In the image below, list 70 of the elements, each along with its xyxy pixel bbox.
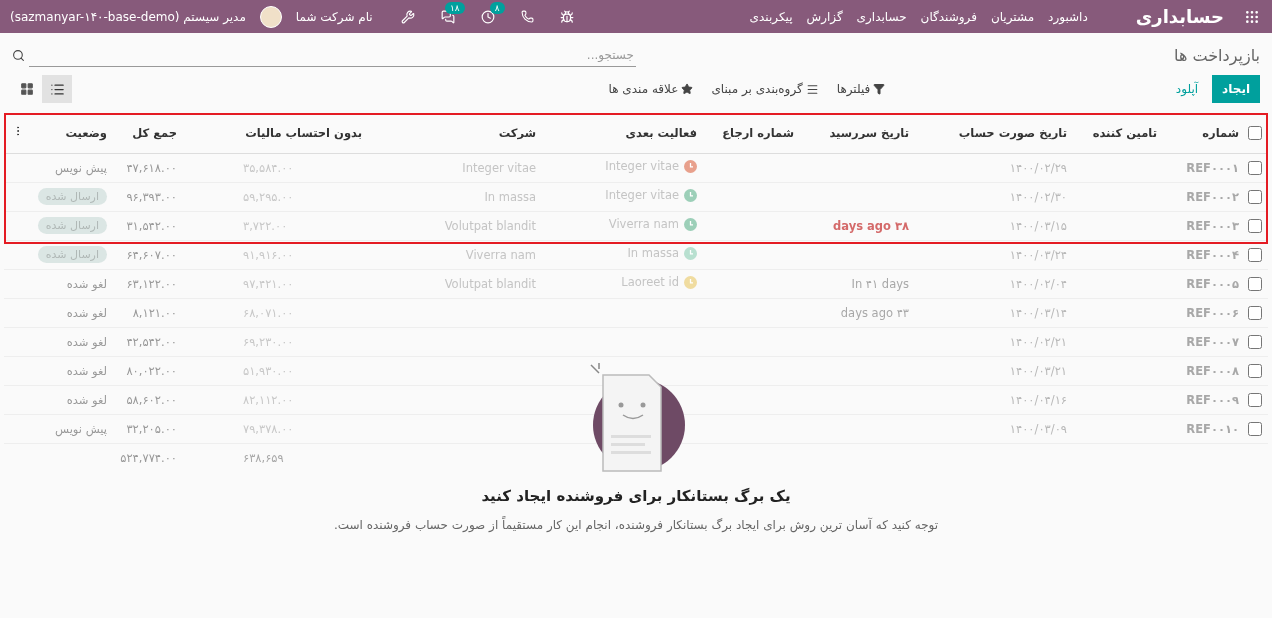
table-cell: ۸,۱۲۱.۰۰ <box>132 305 177 320</box>
table-cell: REF۰۰۰۶ <box>1186 305 1239 320</box>
count-badge: ۸ <box>489 1 505 14</box>
table-cell: لغو شده <box>66 276 107 291</box>
table-cell: ۱۴۰۰/۰۳/۲۴ <box>1009 247 1067 262</box>
table-cell: پیش نویس <box>55 160 107 175</box>
table-cell: ۵۸,۶۰۲.۰۰ <box>126 392 177 407</box>
app-title: حسابداری <box>1135 6 1224 27</box>
table-total: ۶۳۸,۶۵۹ <box>243 450 284 465</box>
column-header[interactable]: بدون احتساب مالیات <box>183 113 368 153</box>
table-total: ۵۲۴,۷۷۴.۰۰ <box>120 450 177 465</box>
empty-state-text: توجه کنید که آسان ترین روش برای ایجاد برگ بستانکار فروشنده، انجام این کار مستقیماً از صورت حساب فروشنده است. <box>332 515 940 535</box>
column-header[interactable]: جمع کل <box>113 113 183 153</box>
table-cell: REF۰۰۰۴ <box>1186 247 1239 262</box>
table-cell: REF۰۰۰۹ <box>1186 392 1239 407</box>
table-cell: days ago ۳۸ <box>833 218 909 233</box>
table-cell: REF۰۰۰۳ <box>1186 218 1239 233</box>
column-header[interactable]: تاریخ سررسید <box>800 113 915 153</box>
table-cell: In ۴۱ days <box>851 276 909 291</box>
table-cell: لغو شده <box>66 392 107 407</box>
menu-item[interactable]: گزارش <box>806 9 843 24</box>
table-cell: ۱۴۰۰/۰۳/۱۴ <box>1009 305 1067 320</box>
table-cell: لغو شده <box>66 363 107 378</box>
table-cell: لغو شده <box>66 305 107 320</box>
table-cell: ۹۶,۳۹۳.۰۰ <box>126 189 177 204</box>
column-header[interactable]: تامین کننده <box>1073 113 1163 153</box>
table-cell: ۱۴۰۰/۰۲/۲۹ <box>1009 160 1067 175</box>
table-cell: REF۰۰۰۸ <box>1186 363 1239 378</box>
table-cell: REF۰۰۰۱ <box>1186 160 1239 175</box>
table-cell: ۱۴۰۰/۰۳/۱۵ <box>1009 218 1067 233</box>
table-cell: پیش نویس <box>55 421 107 436</box>
table-cell: ۱۴۰۰/۰۲/۲۱ <box>1009 334 1067 349</box>
column-header[interactable]: فعالیت بعدی <box>542 113 703 153</box>
table-cell: لغو شده <box>66 334 107 349</box>
filter-menu-button[interactable]: علاقه مندی ها <box>608 78 694 100</box>
count-badge: ۱۸ <box>445 1 465 14</box>
table-cell: ۴۲,۵۴۲.۰۰ <box>126 334 177 349</box>
table-cell: ۶۳,۱۲۲.۰۰ <box>126 276 177 291</box>
table-cell: days ago ۴۳ <box>840 305 909 320</box>
table-cell: ۳۲,۲۰۵.۰۰ <box>126 421 177 436</box>
table-cell: REF۰۰۰۵ <box>1186 276 1239 291</box>
search-field[interactable]: جستجو... <box>29 43 636 67</box>
menu-item[interactable]: حسابداری <box>856 9 907 24</box>
table-cell: ۶۴,۶۰۷.۰۰ <box>126 247 177 262</box>
breadcrumb: بازپرداخت ها <box>1174 45 1260 65</box>
table-cell: REF۰۰۰۲ <box>1186 189 1239 204</box>
user-name[interactable]: مدیر سیستم (sazmanyar-۱۴۰-base-demo) <box>10 9 246 24</box>
column-header[interactable]: وضعیت <box>27 113 113 153</box>
filter-menu-button[interactable]: فیلترها <box>836 78 886 100</box>
menu-item[interactable]: فروشندگان <box>920 9 977 24</box>
menu-item[interactable]: مشتریان <box>990 9 1035 24</box>
company-name[interactable]: نام شرکت شما <box>295 9 373 24</box>
column-header[interactable]: شرکت <box>368 113 542 153</box>
table-cell: ۳۱,۵۴۲.۰۰ <box>126 218 177 233</box>
menu-item[interactable]: داشبورد <box>1048 9 1088 24</box>
filter-menu-button[interactable]: گروه‌بندی بر مبنای <box>711 78 819 100</box>
table-cell: REF۰۰۰۷ <box>1186 334 1239 349</box>
column-header[interactable]: تاریخ صورت حساب <box>915 113 1073 153</box>
table-cell: ۸۰,۰۲۲.۰۰ <box>126 363 177 378</box>
table-cell: ۱۴۰۰/۰۳/۲۱ <box>1009 363 1067 378</box>
column-header[interactable]: شماره <box>1163 113 1245 153</box>
table-cell: REF۰۰۱۰ <box>1186 421 1239 436</box>
empty-state-title: یک برگ بستانکار برای فروشنده ایجاد کنید <box>481 487 791 505</box>
table-cell: ۱۴۰۰/۰۲/۳۰ <box>1009 189 1067 204</box>
menu-item[interactable]: پیکربندی <box>749 9 793 24</box>
table-cell: ۱۴۰۰/۰۲/۰۴ <box>1009 276 1067 291</box>
table-cell: ۴۷,۶۱۸.۰۰ <box>126 160 177 175</box>
table-cell: ۱۴۰۰/۰۴/۱۶ <box>1009 392 1067 407</box>
column-header[interactable]: شماره ارجاع <box>703 113 800 153</box>
table-cell: ۱۴۰۰/۰۳/۰۹ <box>1009 421 1067 436</box>
